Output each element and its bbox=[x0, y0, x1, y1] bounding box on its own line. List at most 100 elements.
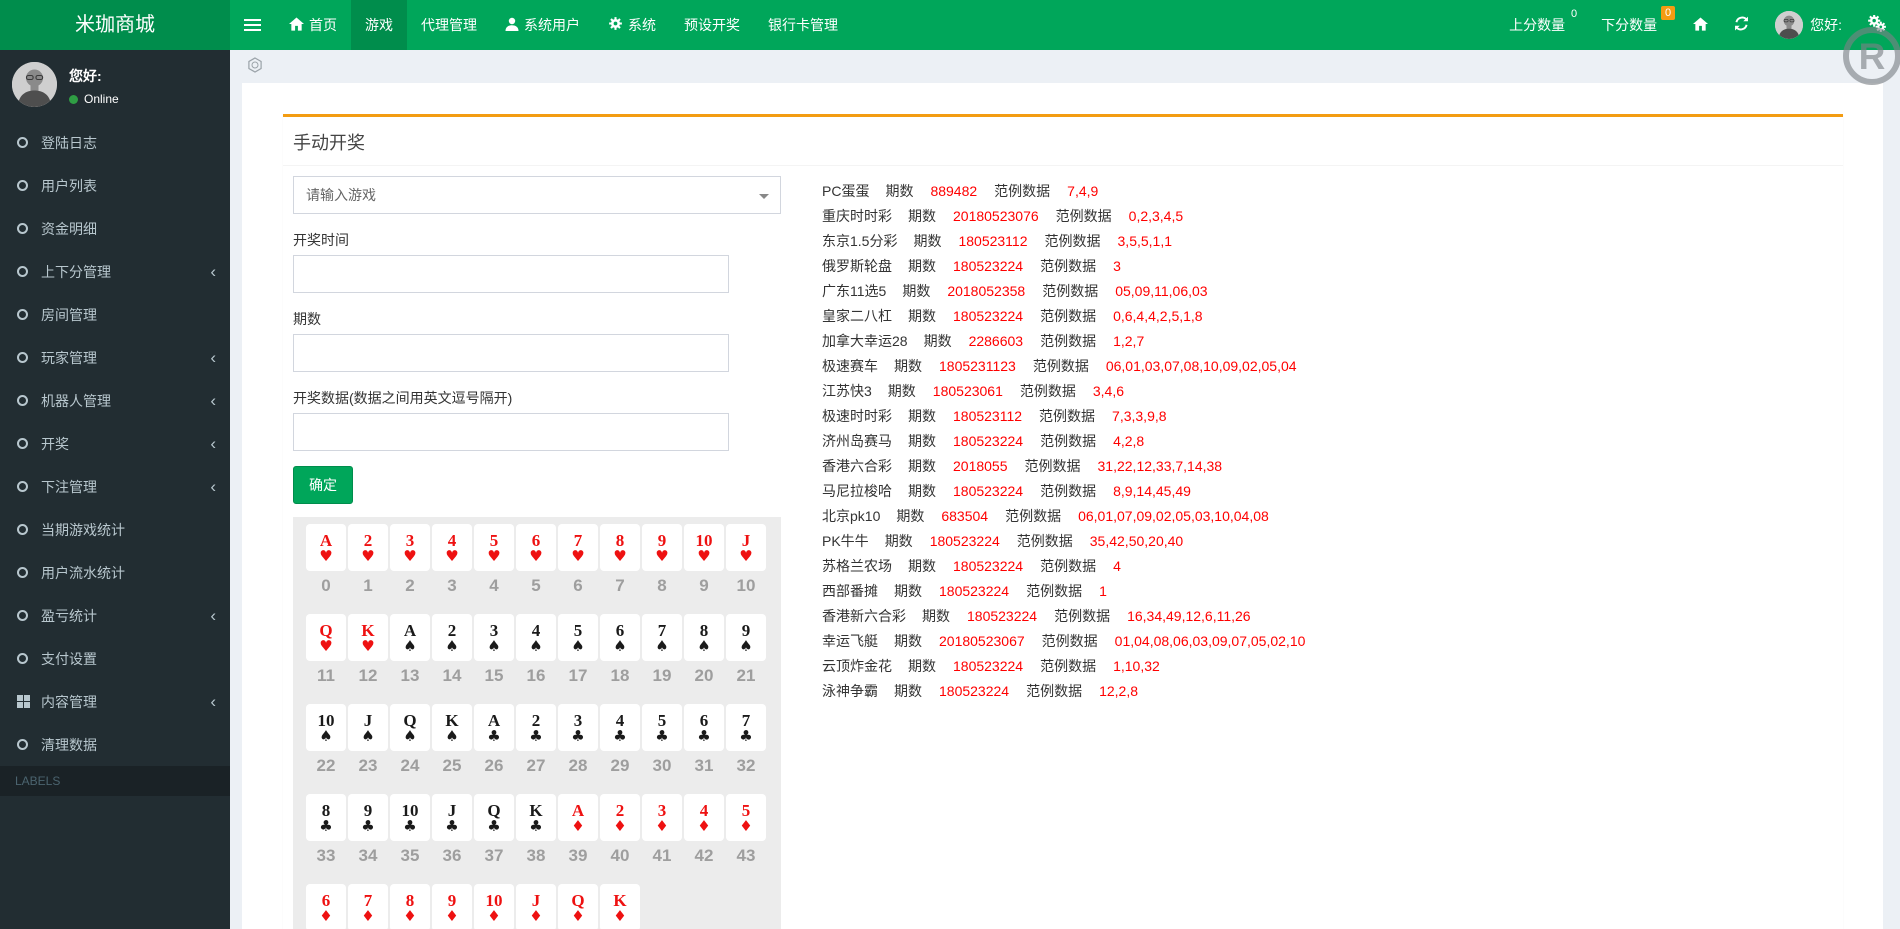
card-q-spades[interactable]: Q♠24 bbox=[389, 704, 431, 781]
draw-time-input[interactable] bbox=[293, 255, 729, 293]
circle-icon bbox=[17, 180, 41, 191]
card-a-spades[interactable]: A♠13 bbox=[389, 614, 431, 691]
nav-item-games[interactable]: 游戏 bbox=[351, 0, 407, 50]
card-6-diamonds[interactable]: 6♦44 bbox=[305, 884, 347, 929]
card-k-clubs[interactable]: K♣38 bbox=[515, 794, 557, 871]
settings-icon-button[interactable] bbox=[1868, 15, 1886, 35]
card-index: 9 bbox=[683, 571, 725, 601]
refresh-icon-button[interactable] bbox=[1734, 16, 1749, 34]
card-a-diamonds[interactable]: A♦39 bbox=[557, 794, 599, 871]
nav-item-preset-draw[interactable]: 预设开奖 bbox=[670, 0, 754, 50]
hearts-icon: ♥ bbox=[361, 549, 374, 563]
card-10-spades[interactable]: 10♠22 bbox=[305, 704, 347, 781]
issue-input[interactable] bbox=[293, 334, 729, 372]
sidebar-item-content-manage[interactable]: 内容管理‹ bbox=[0, 680, 230, 723]
card-6-hearts[interactable]: 6♥5 bbox=[515, 524, 557, 601]
sidebar-item-user-list[interactable]: 用户列表 bbox=[0, 164, 230, 207]
card-k-spades[interactable]: K♠25 bbox=[431, 704, 473, 781]
sidebar-item-player-manage[interactable]: 玩家管理‹ bbox=[0, 336, 230, 379]
card-2-diamonds[interactable]: 2♦40 bbox=[599, 794, 641, 871]
card-7-diamonds[interactable]: 7♦45 bbox=[347, 884, 389, 929]
card-j-clubs[interactable]: J♣36 bbox=[431, 794, 473, 871]
card-6-spades[interactable]: 6♠18 bbox=[599, 614, 641, 691]
spades-icon: ♠ bbox=[571, 639, 584, 653]
card-q-hearts[interactable]: Q♥11 bbox=[305, 614, 347, 691]
card-7-hearts[interactable]: 7♥6 bbox=[557, 524, 599, 601]
card-3-diamonds[interactable]: 3♦41 bbox=[641, 794, 683, 871]
card-8-diamonds[interactable]: 8♦46 bbox=[389, 884, 431, 929]
card-3-clubs[interactable]: 3♣28 bbox=[557, 704, 599, 781]
card-2-hearts[interactable]: 2♥1 bbox=[347, 524, 389, 601]
nav-item-agent-manage[interactable]: 代理管理 bbox=[407, 0, 491, 50]
card-2-spades[interactable]: 2♠14 bbox=[431, 614, 473, 691]
circle-icon bbox=[17, 610, 41, 621]
card-10-hearts[interactable]: 10♥9 bbox=[683, 524, 725, 601]
card-j-spades[interactable]: J♠23 bbox=[347, 704, 389, 781]
draw-data-input[interactable] bbox=[293, 413, 729, 451]
card-4-clubs[interactable]: 4♣29 bbox=[599, 704, 641, 781]
card-8-spades[interactable]: 8♠20 bbox=[683, 614, 725, 691]
card-7-clubs[interactable]: 7♣32 bbox=[725, 704, 767, 781]
score-up-button[interactable]: 上分数量 0 bbox=[1509, 15, 1575, 35]
card-9-spades[interactable]: 9♠21 bbox=[725, 614, 767, 691]
sidebar-item-lottery-draw[interactable]: 开奖‹ bbox=[0, 422, 230, 465]
sidebar-toggle-button[interactable] bbox=[230, 0, 275, 50]
card-6-clubs[interactable]: 6♣31 bbox=[683, 704, 725, 781]
confirm-button[interactable]: 确定 bbox=[293, 466, 353, 504]
diamonds-icon: ♦ bbox=[655, 819, 668, 833]
user-menu[interactable]: 您好: bbox=[1775, 11, 1842, 39]
card-j-hearts[interactable]: J♥10 bbox=[725, 524, 767, 601]
card-index: 23 bbox=[347, 751, 389, 781]
online-status[interactable]: Online bbox=[69, 92, 119, 106]
card-k-diamonds[interactable]: K♦51 bbox=[599, 884, 641, 929]
card-7-spades[interactable]: 7♠19 bbox=[641, 614, 683, 691]
game-select[interactable]: 请输入游戏 bbox=[293, 176, 781, 214]
card-5-diamonds[interactable]: 5♦43 bbox=[725, 794, 767, 871]
sidebar-item-login-log[interactable]: 登陆日志 bbox=[0, 121, 230, 164]
card-index: 4 bbox=[473, 571, 515, 601]
card-j-diamonds[interactable]: J♦49 bbox=[515, 884, 557, 929]
card-4-hearts[interactable]: 4♥3 bbox=[431, 524, 473, 601]
card-2-clubs[interactable]: 2♣27 bbox=[515, 704, 557, 781]
diamonds-icon: ♦ bbox=[571, 819, 584, 833]
score-down-button[interactable]: 下分数量 0 bbox=[1601, 15, 1667, 35]
card-9-clubs[interactable]: 9♣34 bbox=[347, 794, 389, 871]
card-4-spades[interactable]: 4♠16 bbox=[515, 614, 557, 691]
sidebar-item-robot-manage[interactable]: 机器人管理‹ bbox=[0, 379, 230, 422]
nav-item-system-users[interactable]: 系统用户 bbox=[491, 0, 594, 50]
sidebar-item-bet-manage[interactable]: 下注管理‹ bbox=[0, 465, 230, 508]
nav-item-system[interactable]: 系统 bbox=[594, 0, 670, 50]
nav-item-home[interactable]: 首页 bbox=[275, 0, 351, 50]
card-a-hearts[interactable]: A♥0 bbox=[305, 524, 347, 601]
sidebar-item-clean-data[interactable]: 清理数据 bbox=[0, 723, 230, 766]
card-5-hearts[interactable]: 5♥4 bbox=[473, 524, 515, 601]
home-icon-button[interactable] bbox=[1693, 17, 1708, 34]
card-3-spades[interactable]: 3♠15 bbox=[473, 614, 515, 691]
card-index: 24 bbox=[389, 751, 431, 781]
card-4-diamonds[interactable]: 4♦42 bbox=[683, 794, 725, 871]
card-8-hearts[interactable]: 8♥7 bbox=[599, 524, 641, 601]
card-3-hearts[interactable]: 3♥2 bbox=[389, 524, 431, 601]
card-k-hearts[interactable]: K♥12 bbox=[347, 614, 389, 691]
card-index: 20 bbox=[683, 661, 725, 691]
sidebar-item-room-manage[interactable]: 房间管理 bbox=[0, 293, 230, 336]
card-9-diamonds[interactable]: 9♦47 bbox=[431, 884, 473, 929]
card-10-diamonds[interactable]: 10♦48 bbox=[473, 884, 515, 929]
sidebar-item-current-game-stats[interactable]: 当期游戏统计 bbox=[0, 508, 230, 551]
sidebar-item-profit-loss-stats[interactable]: 盈亏统计‹ bbox=[0, 594, 230, 637]
card-a-clubs[interactable]: A♣26 bbox=[473, 704, 515, 781]
hearts-icon: ♥ bbox=[529, 549, 542, 563]
brand-logo[interactable]: 米珈商城 bbox=[0, 0, 230, 50]
sidebar-item-user-flow-stats[interactable]: 用户流水统计 bbox=[0, 551, 230, 594]
card-5-clubs[interactable]: 5♣30 bbox=[641, 704, 683, 781]
card-9-hearts[interactable]: 9♥8 bbox=[641, 524, 683, 601]
sidebar-item-score-up-down-manage[interactable]: 上下分管理‹ bbox=[0, 250, 230, 293]
card-8-clubs[interactable]: 8♣33 bbox=[305, 794, 347, 871]
card-5-spades[interactable]: 5♠17 bbox=[557, 614, 599, 691]
card-q-clubs[interactable]: Q♣37 bbox=[473, 794, 515, 871]
nav-item-bank-card-manage[interactable]: 银行卡管理 bbox=[754, 0, 852, 50]
card-q-diamonds[interactable]: Q♦50 bbox=[557, 884, 599, 929]
card-10-clubs[interactable]: 10♣35 bbox=[389, 794, 431, 871]
sidebar-item-funds-detail[interactable]: 资金明细 bbox=[0, 207, 230, 250]
sidebar-item-payment-settings[interactable]: 支付设置 bbox=[0, 637, 230, 680]
